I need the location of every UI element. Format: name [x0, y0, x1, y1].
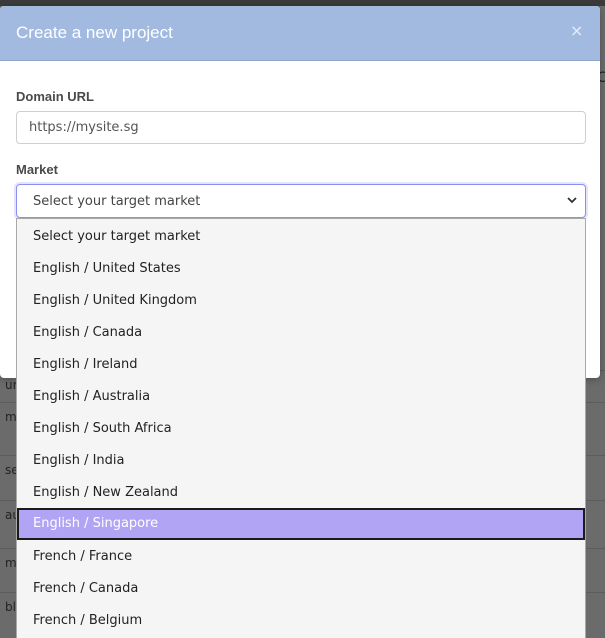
market-select-value: Select your target market: [33, 194, 201, 209]
market-option[interactable]: French / Belgium: [17, 605, 585, 637]
close-icon[interactable]: ×: [570, 21, 583, 40]
background-row-label: m: [5, 556, 17, 570]
market-option[interactable]: English / United States: [17, 253, 585, 285]
modal-header: Create a new project ×: [0, 6, 600, 61]
market-option[interactable]: English / Australia: [17, 381, 585, 413]
market-option-highlighted[interactable]: English / Singapore: [17, 508, 585, 540]
modal-title: Create a new project: [16, 23, 173, 42]
background-row-label: bl: [5, 600, 16, 614]
domain-url-label: Domain URL: [16, 89, 94, 104]
market-option[interactable]: English / New Zealand: [17, 477, 585, 509]
domain-url-input[interactable]: [16, 111, 586, 144]
market-option[interactable]: Select your target market: [17, 221, 585, 253]
market-option[interactable]: French / Canada: [17, 573, 585, 605]
market-label: Market: [16, 162, 58, 177]
market-option[interactable]: English / India: [17, 445, 585, 477]
market-select[interactable]: Select your target market: [16, 184, 586, 218]
market-option[interactable]: French / France: [17, 541, 585, 573]
background-row-label: m: [5, 410, 17, 424]
market-option[interactable]: English / South Africa: [17, 413, 585, 445]
market-dropdown-list[interactable]: Select your target market English / Unit…: [16, 218, 586, 638]
chevron-down-icon: [567, 197, 577, 204]
market-option[interactable]: English / Ireland: [17, 349, 585, 381]
market-option[interactable]: English / United Kingdom: [17, 285, 585, 317]
market-option[interactable]: English / Canada: [17, 317, 585, 349]
